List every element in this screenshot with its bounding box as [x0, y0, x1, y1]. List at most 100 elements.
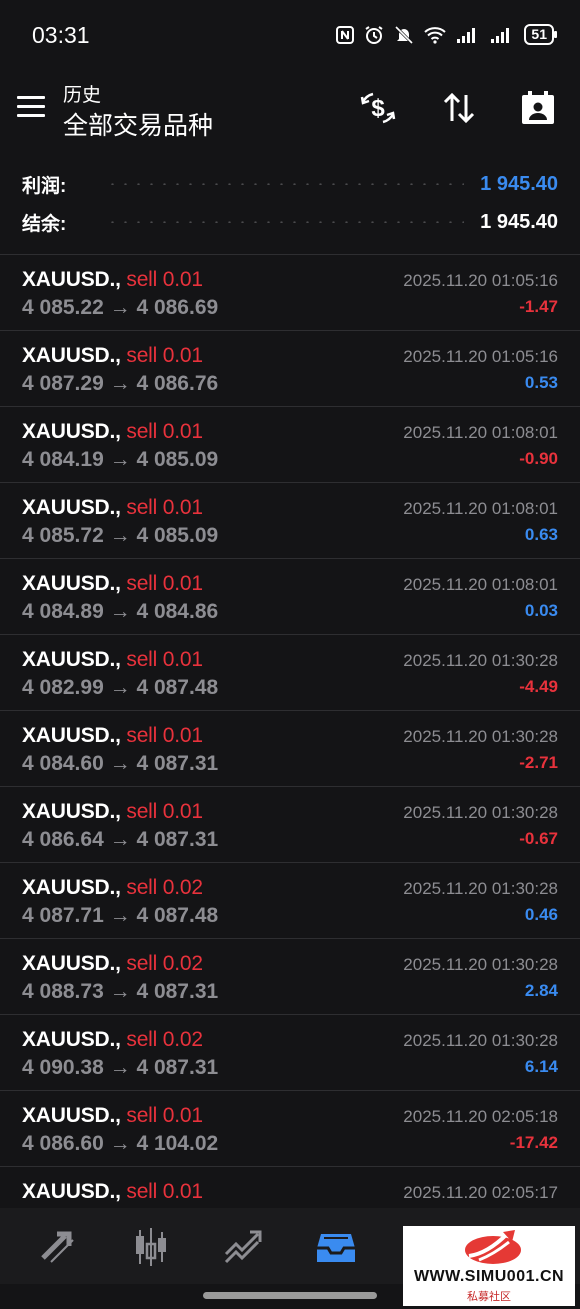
battery-icon: 51: [524, 24, 557, 45]
trade-profit: 0.03: [524, 601, 558, 620]
trade-row[interactable]: XAUUSD., sell 0.02 4 088.73 → 4 087.31 202…: [0, 939, 580, 1015]
watermark-text: WWW.SIMU001.CN: [413, 1268, 565, 1285]
trade-time: 2025.11.20 01:30:28: [403, 1031, 558, 1050]
trade-prices: 4 084.19 → 4 085.09: [22, 448, 218, 472]
trade-time: 2025.11.20 02:05:17: [403, 1183, 558, 1202]
home-indicator[interactable]: [203, 1292, 377, 1299]
close-price: 4 085.09: [136, 524, 219, 547]
trade-profit: -0.67: [519, 829, 558, 848]
watermark-logo: WWW.SIMU001.CN 私募社区: [403, 1226, 575, 1306]
close-price: 4 104.02: [136, 1132, 219, 1155]
arrow-icon: →: [109, 448, 131, 471]
arrow-icon: →: [109, 904, 131, 927]
nav-trade[interactable]: [220, 1224, 266, 1270]
arrow-icon: →: [109, 1056, 131, 1079]
trade-type: sell 0.01: [126, 344, 203, 367]
arrow-icon: →: [109, 524, 131, 547]
calendar-button[interactable]: [518, 88, 558, 128]
trade-row[interactable]: XAUUSD., sell 0.01 4 087.29 → 4 086.76 202…: [0, 331, 580, 407]
symbol-name: XAUUSD.,: [22, 268, 121, 291]
trade-row[interactable]: XAUUSD., sell 0.02 4 087.71 → 4 087.48 202…: [0, 863, 580, 939]
sort-icon: [443, 92, 475, 124]
arrow-icon: →: [109, 828, 131, 851]
trade-symbol: XAUUSD., sell 0.02: [22, 876, 203, 900]
trade-symbol: XAUUSD., sell 0.01: [22, 800, 203, 824]
nav-chart[interactable]: [128, 1224, 174, 1270]
alarm-icon: [365, 25, 383, 44]
symbol-name: XAUUSD.,: [22, 572, 121, 595]
open-price: 4 086.64: [22, 828, 104, 851]
quotes-icon: [41, 1231, 74, 1263]
trade-history-list[interactable]: XAUUSD., sell 0.01 4 085.22 → 4 086.69 202…: [0, 255, 580, 1210]
arrow-icon: →: [109, 980, 131, 1003]
signal-icon-2: [491, 27, 510, 43]
symbol-name: XAUUSD.,: [22, 344, 121, 367]
menu-icon-line: [17, 96, 45, 99]
trade-row[interactable]: XAUUSD., sell 0.01 4 084.60 → 4 087.31 202…: [0, 711, 580, 787]
mute-icon: [395, 25, 414, 44]
trade-symbol: XAUUSD., sell 0.01: [22, 1104, 203, 1128]
symbol-filter[interactable]: 全部交易品种: [63, 106, 213, 142]
balance-label: 结余:: [22, 213, 67, 235]
trade-row[interactable]: XAUUSD., sell 0.01 4 085.22 → 4 086.69 202…: [0, 255, 580, 331]
svg-text:$: $: [371, 95, 385, 122]
profit-row: 利润: 1 945.40: [22, 166, 558, 202]
symbol-name: XAUUSD.,: [22, 1028, 121, 1051]
trade-profit: 2.84: [524, 981, 558, 1000]
close-price: 4 087.31: [136, 752, 219, 775]
sort-button[interactable]: [439, 88, 479, 128]
trade-profit: -2.71: [519, 753, 558, 772]
arrow-icon: →: [109, 676, 131, 699]
menu-button[interactable]: [17, 96, 45, 120]
trade-type: sell 0.01: [126, 268, 203, 291]
close-price: 4 087.31: [136, 980, 219, 1003]
open-price: 4 084.60: [22, 752, 104, 775]
wifi-icon: [424, 26, 447, 44]
trade-profit: 6.14: [524, 1057, 558, 1076]
nav-quotes[interactable]: [35, 1224, 81, 1270]
trade-row[interactable]: XAUUSD., sell 0.01 4 086.64 → 4 087.31 202…: [0, 787, 580, 863]
trade-prices: 4 086.60 → 4 104.02: [22, 1132, 218, 1156]
open-price: 4 082.99: [22, 676, 104, 699]
trade-row[interactable]: XAUUSD., sell 0.01 4 086.60 → 4 104.02 202…: [0, 1091, 580, 1167]
trade-prices: 4 087.29 → 4 086.76: [22, 372, 218, 396]
trade-row[interactable]: XAUUSD., sell 0.01 2025.11.20 02:05:17: [0, 1167, 580, 1210]
nfc-icon: [336, 25, 355, 44]
trade-type: sell 0.02: [126, 1028, 203, 1051]
trade-row[interactable]: XAUUSD., sell 0.01 4 082.99 → 4 087.48 202…: [0, 635, 580, 711]
trade-time: 2025.11.20 01:08:01: [403, 575, 558, 594]
trade-symbol: XAUUSD., sell 0.01: [22, 420, 203, 444]
trade-prices: 4 084.89 → 4 084.86: [22, 600, 218, 624]
trade-time: 2025.11.20 02:05:18: [403, 1107, 558, 1126]
trade-symbol: XAUUSD., sell 0.01: [22, 1180, 203, 1204]
trade-prices: 4 084.60 → 4 087.31: [22, 752, 218, 776]
trade-row[interactable]: XAUUSD., sell 0.02 4 090.38 → 4 087.31 202…: [0, 1015, 580, 1091]
symbol-name: XAUUSD.,: [22, 800, 121, 823]
trade-time: 2025.11.20 01:30:28: [403, 727, 558, 746]
trade-prices: 4 088.73 → 4 087.31: [22, 980, 218, 1004]
nav-history[interactable]: [313, 1224, 359, 1270]
arrow-icon: →: [109, 296, 131, 319]
trade-type: sell 0.01: [126, 572, 203, 595]
dollar-exchange-button[interactable]: $: [358, 88, 398, 128]
balance-row: 结余: 1 945.40: [22, 204, 558, 240]
trade-time: 2025.11.20 01:30:28: [403, 955, 558, 974]
trade-type: sell 0.01: [126, 648, 203, 671]
trade-prices: 4 085.72 → 4 085.09: [22, 524, 218, 548]
open-price: 4 090.38: [22, 1056, 104, 1079]
close-price: 4 087.48: [136, 904, 219, 927]
trade-row[interactable]: XAUUSD., sell 0.01 4 084.89 → 4 084.86 202…: [0, 559, 580, 635]
trade-profit: 0.53: [524, 373, 558, 392]
trade-profit: -4.49: [519, 677, 558, 696]
close-price: 4 084.86: [136, 600, 219, 623]
arrow-icon: →: [109, 372, 131, 395]
dotted-leader: [106, 183, 465, 185]
trade-row[interactable]: XAUUSD., sell 0.01 4 084.19 → 4 085.09 202…: [0, 407, 580, 483]
trade-row[interactable]: XAUUSD., sell 0.01 4 085.72 → 4 085.09 202…: [0, 483, 580, 559]
arrow-icon: →: [109, 752, 131, 775]
trade-time: 2025.11.20 01:30:28: [403, 803, 558, 822]
profit-value: 1 945.40: [480, 172, 558, 195]
trade-symbol: XAUUSD., sell 0.01: [22, 268, 203, 292]
close-price: 4 086.69: [136, 296, 219, 319]
trade-symbol: XAUUSD., sell 0.02: [22, 952, 203, 976]
